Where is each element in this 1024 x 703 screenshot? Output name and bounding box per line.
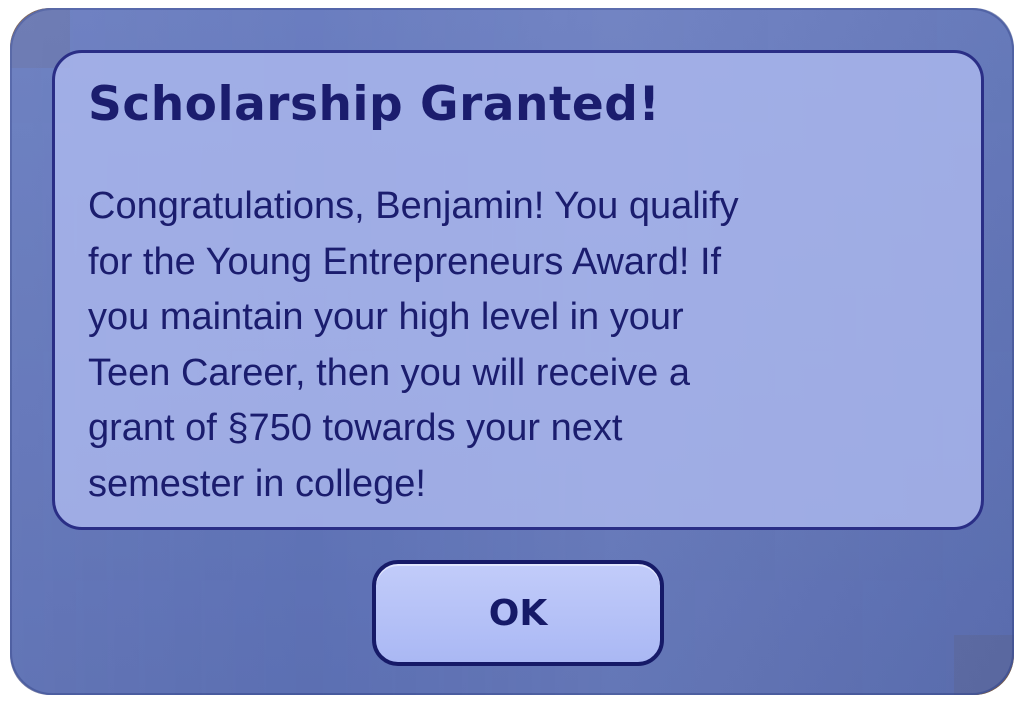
dialog-message: Congratulations, Benjamin! You qualify f… xyxy=(88,185,739,505)
scholarship-dialog: Scholarship Granted! Congratulations, Be… xyxy=(10,8,1014,695)
ok-button-label: OK xyxy=(488,592,548,634)
ok-button[interactable]: OK xyxy=(372,560,664,666)
dialog-title: Scholarship Granted! xyxy=(88,77,661,132)
screenshot-frame: Scholarship Granted! Congratulations, Be… xyxy=(0,0,1024,703)
message-panel: Scholarship Granted! Congratulations, Be… xyxy=(52,50,984,530)
